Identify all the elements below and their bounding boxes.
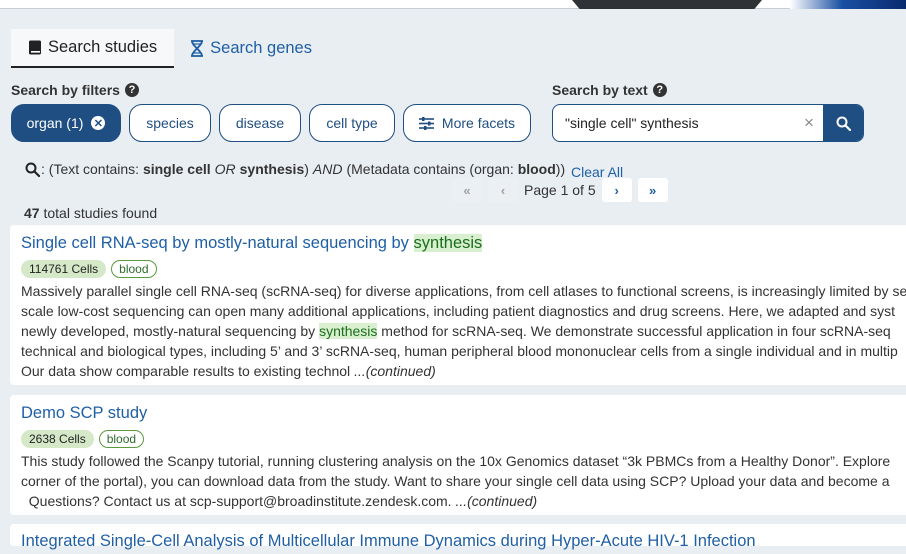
filters-label-text: Search by filters	[11, 82, 120, 98]
pagination: « ‹ Page 1 of 5 › »	[452, 178, 668, 202]
book-icon	[29, 40, 41, 55]
text-search-label: Search by text ?	[552, 82, 667, 98]
study-title-link[interactable]: Demo SCP study	[21, 404, 906, 426]
sliders-icon	[418, 116, 434, 130]
study-title-link[interactable]: Integrated Single-Cell Analysis of Multi…	[21, 532, 906, 554]
query-metadata: (Metadata contains (organ:	[346, 161, 518, 177]
organ-badge: blood	[98, 430, 145, 448]
filters-label: Search by filters ?	[11, 82, 139, 98]
search-icon	[25, 162, 40, 177]
query-operator: AND	[312, 161, 343, 177]
continued-link[interactable]: ...(continued)	[354, 363, 436, 379]
description-line: This study followed the Scanpy tutorial,…	[21, 453, 891, 469]
continued-link[interactable]: ...(continued)	[455, 493, 537, 509]
description-line: newly developed, mostly-natural sequenci…	[21, 321, 906, 341]
close-circle-icon[interactable]: ✕	[91, 116, 106, 130]
facet-disease-label: disease	[235, 115, 285, 131]
help-icon[interactable]: ?	[124, 83, 139, 97]
description-line: scale low-cost sequencing can open many …	[21, 303, 895, 319]
next-page-button[interactable]: ›	[601, 178, 632, 202]
search-tabs: Search studies Search genes	[11, 29, 328, 68]
study-card: Demo SCP study 2638 Cells blood This stu…	[10, 395, 906, 515]
dna-icon	[191, 40, 204, 57]
query-prefix: : (Text contains:	[41, 161, 143, 177]
description-line: corner of the portal), you can download …	[21, 473, 890, 489]
description-line: technical and biological types, includin…	[21, 343, 898, 359]
results-count-number: 47	[24, 205, 40, 221]
query-close: )	[304, 161, 309, 177]
facet-species-label: species	[146, 115, 194, 131]
text-search-label-text: Search by text	[552, 82, 648, 98]
organ-badge: blood	[111, 260, 157, 278]
query-term: single cell	[142, 161, 211, 177]
query-term: synthesis	[239, 161, 305, 177]
more-facets-button[interactable]: More facets	[403, 104, 531, 142]
clear-search-icon[interactable]: ×	[795, 105, 823, 141]
description-text: newly developed, mostly-natural sequenci…	[21, 323, 320, 339]
cell-count-badge: 114761 Cells	[21, 260, 107, 278]
query-summary: : (Text contains: single cell OR synthes…	[25, 161, 565, 177]
study-card: Integrated Single-Cell Analysis of Multi…	[10, 524, 906, 550]
study-badges: 114761 Cells blood	[21, 260, 906, 278]
query-metadata-value: blood	[517, 161, 556, 177]
facet-organ-label: organ (1)	[26, 115, 84, 131]
study-description: This study followed the Scanpy tutorial,…	[21, 451, 906, 511]
page-indicator: Page 1 of 5	[524, 182, 596, 198]
text-search-box: ×	[552, 104, 864, 142]
first-page-button[interactable]: «	[452, 178, 482, 202]
cell-count-badge: 2638 Cells	[21, 430, 94, 448]
search-input[interactable]	[553, 105, 795, 141]
study-card: Single cell RNA-seq by mostly-natural se…	[10, 225, 906, 385]
highlight-term: synthesis	[413, 234, 483, 252]
more-facets-label: More facets	[441, 115, 516, 131]
study-title-text: Single cell RNA-seq by mostly-natural se…	[21, 234, 414, 252]
facet-cell-type-button[interactable]: cell type	[309, 104, 395, 142]
top-header-bar	[0, 0, 906, 9]
tab-label: Search studies	[48, 38, 158, 56]
help-icon[interactable]: ?	[652, 83, 667, 97]
header-banner-graphic	[572, 0, 762, 9]
query-close: ))	[555, 161, 566, 177]
description-line: Massively parallel single cell RNA-seq (…	[21, 283, 906, 299]
last-page-button[interactable]: »	[637, 178, 668, 202]
tab-label: Search genes	[210, 39, 312, 57]
results-count-text: total studies found	[39, 205, 158, 221]
header-banner-gradient	[790, 0, 906, 9]
highlight-term: synthesis	[319, 323, 378, 339]
description-line: Questions? Contact us at scp-support@bro…	[21, 491, 906, 511]
facet-species-button[interactable]: species	[129, 104, 211, 142]
tab-search-genes[interactable]: Search genes	[174, 29, 328, 68]
facet-organ-button[interactable]: organ (1) ✕	[11, 104, 121, 142]
description-line: Our data show comparable results to exis…	[21, 361, 906, 381]
study-description: Massively parallel single cell RNA-seq (…	[21, 281, 906, 381]
description-text: Our data show comparable results to exis…	[21, 363, 355, 379]
facet-cell-type-label: cell type	[326, 115, 378, 131]
search-icon	[836, 116, 851, 131]
tab-search-studies[interactable]: Search studies	[11, 29, 175, 68]
study-title-link[interactable]: Single cell RNA-seq by mostly-natural se…	[21, 234, 906, 256]
description-text: Questions? Contact us at scp-support@bro…	[21, 493, 456, 509]
query-operator: OR	[214, 161, 236, 177]
study-badges: 2638 Cells blood	[21, 430, 906, 448]
search-button[interactable]	[823, 105, 863, 141]
description-text: method for scRNA-seq. We demonstrate suc…	[377, 323, 891, 339]
facet-disease-button[interactable]: disease	[219, 104, 301, 142]
prev-page-button[interactable]: ‹	[488, 178, 518, 202]
results-count: 47 total studies found	[24, 205, 157, 221]
